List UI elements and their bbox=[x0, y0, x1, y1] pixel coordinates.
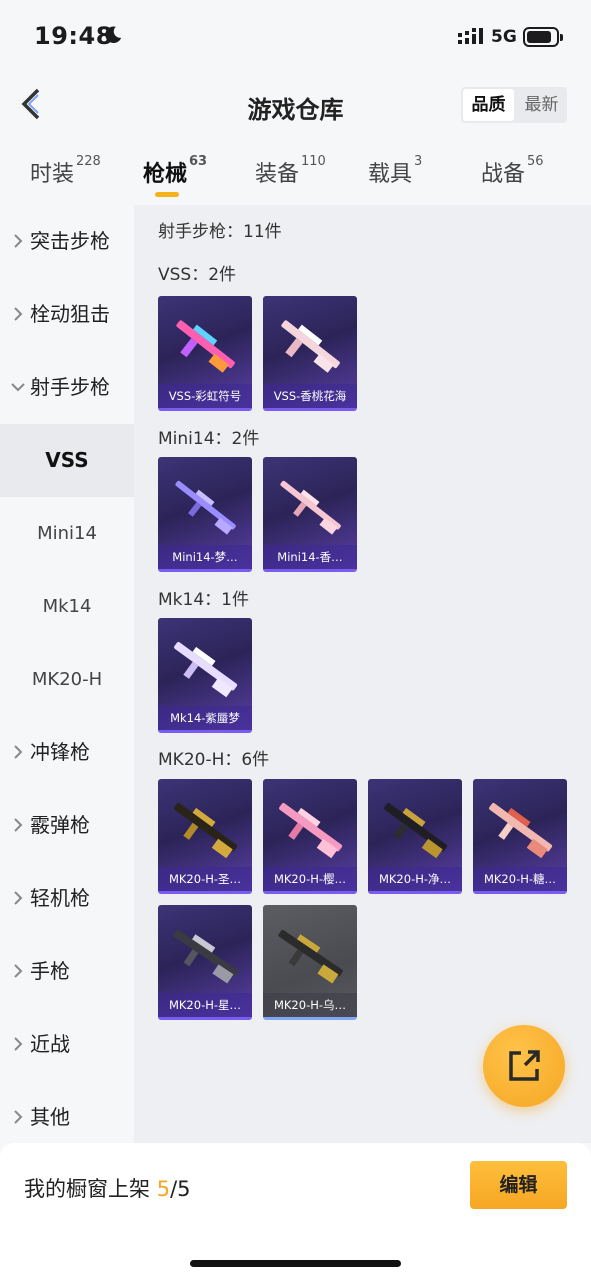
weapon-list: 射手步枪：11件 VSS：2件 VSS-彩虹符号 VSS-香桃花海 Mini14… bbox=[134, 205, 591, 1143]
sidebar-item-label: 手枪 bbox=[30, 959, 70, 983]
sort-quality-option[interactable]: 品质 bbox=[463, 89, 514, 121]
category-tabs: 时装228 枪械63 装备110 载具3 战备56 bbox=[0, 140, 591, 204]
tab-equipment[interactable]: 装备110 bbox=[255, 154, 326, 188]
skin-card[interactable]: MK20-H-净… bbox=[368, 779, 462, 894]
bottom-bar: 我的橱窗上架 5/5 编辑 bbox=[0, 1143, 591, 1280]
group-title: Mini14：2件 bbox=[158, 429, 260, 449]
chevron-right-icon bbox=[14, 1110, 23, 1124]
sidebar-item-label: 突击步枪 bbox=[30, 229, 110, 253]
shelf-total: /5 bbox=[170, 1177, 191, 1201]
moon-icon bbox=[105, 26, 122, 43]
chevron-right-icon bbox=[14, 745, 23, 759]
skin-name: VSS-香桃花海 bbox=[263, 384, 357, 408]
rifle-icon bbox=[174, 642, 238, 698]
sidebar-item-melee[interactable]: 近战 bbox=[0, 1008, 134, 1081]
tab-count: 110 bbox=[301, 154, 326, 169]
sidebar-item-marksman-rifle[interactable]: 射手步枪 bbox=[0, 351, 134, 424]
sidebar-item-pistol[interactable]: 手枪 bbox=[0, 935, 134, 1008]
signal-icon bbox=[458, 28, 483, 44]
header: 游戏仓库 品质 最新 bbox=[0, 70, 591, 140]
skin-card[interactable]: VSS-彩虹符号 bbox=[158, 296, 252, 411]
shelf-label: 我的橱窗上架 bbox=[24, 1177, 150, 1201]
network-label: 5G bbox=[491, 27, 517, 47]
tab-weapons[interactable]: 枪械63 bbox=[143, 154, 208, 188]
tab-count: 228 bbox=[76, 154, 101, 169]
rifle-icon bbox=[384, 803, 448, 859]
edit-button[interactable]: 编辑 bbox=[470, 1161, 567, 1209]
sidebar-item-lmg[interactable]: 轻机枪 bbox=[0, 862, 134, 935]
chevron-right-icon bbox=[14, 1037, 23, 1051]
sidebar-sub-mk20h[interactable]: MK20-H bbox=[0, 643, 134, 716]
tab-supplies[interactable]: 战备56 bbox=[481, 154, 544, 188]
sidebar-item-label: 射手步枪 bbox=[30, 375, 110, 399]
skin-name: VSS-彩虹符号 bbox=[158, 384, 252, 408]
skin-card[interactable]: MK20-H-糖… bbox=[473, 779, 567, 894]
rifle-icon bbox=[278, 929, 343, 984]
status-bar: 19:48 5G bbox=[0, 0, 591, 70]
sidebar-item-bolt-sniper[interactable]: 栓动狙击 bbox=[0, 278, 134, 351]
group-title: Mk14：1件 bbox=[158, 590, 249, 610]
skin-name: MK20-H-樱… bbox=[263, 867, 357, 891]
home-indicator bbox=[190, 1260, 401, 1267]
skin-name: MK20-H-星… bbox=[158, 993, 252, 1017]
sidebar-item-label: 冲锋枪 bbox=[30, 740, 90, 764]
skin-name: MK20-H-净… bbox=[368, 867, 462, 891]
tab-count: 3 bbox=[414, 154, 423, 169]
sidebar-item-assault-rifle[interactable]: 突击步枪 bbox=[0, 205, 134, 278]
tab-count: 63 bbox=[189, 154, 208, 169]
battery-icon bbox=[523, 27, 563, 47]
sort-toggle[interactable]: 品质 最新 bbox=[461, 87, 567, 123]
skin-card[interactable]: Mk14-紫蜃梦 bbox=[158, 618, 252, 733]
rifle-icon bbox=[176, 320, 235, 373]
tab-active-indicator bbox=[155, 192, 179, 197]
rifle-icon bbox=[489, 803, 553, 859]
skin-name: MK20-H-糖… bbox=[473, 867, 567, 891]
shelf-current: 5 bbox=[156, 1177, 171, 1201]
chevron-right-icon bbox=[14, 818, 23, 832]
tab-count: 56 bbox=[527, 154, 544, 169]
skin-card[interactable]: MK20-H-星… bbox=[158, 905, 252, 1020]
skin-name: MK20-H-乌… bbox=[263, 993, 357, 1017]
skin-card[interactable]: MK20-H-樱… bbox=[263, 779, 357, 894]
share-button[interactable] bbox=[483, 1025, 565, 1107]
skin-name: Mk14-紫蜃梦 bbox=[158, 706, 252, 730]
chevron-down-icon bbox=[11, 383, 25, 392]
sidebar-item-shotgun[interactable]: 霰弹枪 bbox=[0, 789, 134, 862]
chevron-right-icon bbox=[14, 964, 23, 978]
group-title: MK20-H：6件 bbox=[158, 750, 270, 770]
rifle-icon bbox=[174, 803, 238, 859]
skin-name: Mini14-香… bbox=[263, 545, 357, 569]
skin-name: Mini14-梦… bbox=[158, 545, 252, 569]
rifle-icon bbox=[173, 929, 238, 984]
skin-card[interactable]: Mini14-香… bbox=[263, 457, 357, 572]
sidebar-sub-mk14[interactable]: Mk14 bbox=[0, 570, 134, 643]
skin-card[interactable]: VSS-香桃花海 bbox=[263, 296, 357, 411]
skin-card[interactable]: MK20-H-圣… bbox=[158, 779, 252, 894]
sort-latest-option[interactable]: 最新 bbox=[516, 87, 567, 123]
chevron-right-icon bbox=[14, 891, 23, 905]
skin-card[interactable]: Mini14-梦… bbox=[158, 457, 252, 572]
skin-name: MK20-H-圣… bbox=[158, 867, 252, 891]
group-title: VSS：2件 bbox=[158, 265, 237, 285]
tab-vehicles[interactable]: 载具3 bbox=[368, 154, 423, 188]
sidebar-item-label: 轻机枪 bbox=[30, 886, 90, 910]
sidebar-item-smg[interactable]: 冲锋枪 bbox=[0, 716, 134, 789]
rifle-icon bbox=[281, 320, 340, 373]
rifle-icon bbox=[175, 480, 236, 535]
sidebar-item-label: 栓动狙击 bbox=[30, 302, 110, 326]
sidebar: 突击步枪 栓动狙击 射手步枪 VSS Mini14 Mk14 MK20-H 冲锋… bbox=[0, 205, 134, 1143]
sidebar-item-label: 霰弹枪 bbox=[30, 813, 90, 837]
rifle-icon bbox=[280, 480, 341, 535]
rifle-icon bbox=[279, 803, 343, 859]
sidebar-sub-vss[interactable]: VSS bbox=[0, 424, 134, 497]
skin-card[interactable]: MK20-H-乌… bbox=[263, 905, 357, 1020]
tab-fashion[interactable]: 时装228 bbox=[30, 154, 101, 188]
sidebar-item-label: 近战 bbox=[30, 1032, 70, 1056]
chevron-right-icon bbox=[14, 234, 23, 248]
shelf-status: 我的橱窗上架 5/5 bbox=[24, 1173, 191, 1203]
category-summary: 射手步枪：11件 bbox=[158, 222, 282, 242]
chevron-right-icon bbox=[14, 307, 23, 321]
sidebar-sub-mini14[interactable]: Mini14 bbox=[0, 497, 134, 570]
external-link-icon bbox=[509, 1050, 540, 1081]
